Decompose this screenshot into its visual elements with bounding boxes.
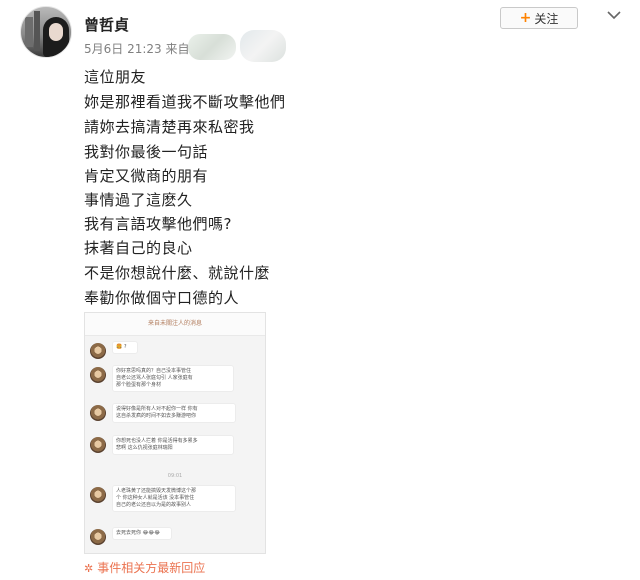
- post-timestamp: 5月6日 21:23 来自: [84, 42, 190, 56]
- attached-image[interactable]: 来自未關注人的消息 🍔 ? 你好意思吗真的？自己没本事管住 自老公还骂人张庭勾引…: [84, 312, 266, 554]
- chat-time: 09:01: [167, 473, 183, 479]
- chat-avatar: [90, 437, 106, 453]
- chat-avatar: [90, 343, 106, 359]
- post-line: 抹著自己的良心: [84, 239, 193, 257]
- post-line: 妳是那裡看道我不斷攻擊他們: [84, 93, 286, 111]
- post-line: 肯定又微商的朋有: [84, 167, 209, 185]
- chat-title: 来自未關注人的消息: [85, 313, 265, 336]
- follow-label: 关注: [534, 11, 559, 26]
- chevron-down-icon[interactable]: [606, 8, 622, 22]
- post-line: 奉勸你做個守口德的人: [84, 289, 240, 307]
- event-update-label: 事件相关方最新回应: [97, 561, 206, 575]
- plus-icon: +: [519, 10, 532, 26]
- post-line: 請妳去搞清楚再來私密我: [84, 118, 255, 136]
- avatar[interactable]: [20, 6, 72, 58]
- chat-avatar: [90, 487, 106, 503]
- post-line: 事情過了這麽久: [84, 191, 193, 209]
- chat-avatar: [90, 529, 106, 545]
- chat-bubble: 人老珠黄了还能搞毁天发微博这个那 个 你这种女人就是活该 没本事管住 自己的老公…: [112, 485, 236, 512]
- event-update-link[interactable]: ✲ 事件相关方最新回应: [84, 559, 205, 576]
- follow-button[interactable]: + 关注: [500, 7, 578, 29]
- chat-message: 你好意思吗真的？自己没本事管住 自老公还骂人张庭勾引 人家张庭有 那个脸蛋有那个…: [85, 365, 265, 395]
- chat-bubble: 你想死也没人拦着 你是活得有多累多 悲啊 这么仇视张庭林瑞阳: [112, 435, 234, 455]
- post-line: 我有言語攻擊他們嗎?: [84, 215, 232, 233]
- chat-bubble: 你好意思吗真的？自己没本事管住 自老公还骂人张庭勾引 人家张庭有 那个脸蛋有那个…: [112, 365, 234, 392]
- chat-message: 说得好像是所有人对不起你一样 你有 这自杀发疯的时间不如去多赚游吧你: [85, 403, 265, 433]
- chat-avatar: [90, 367, 106, 383]
- blurred-source: [188, 34, 236, 60]
- sparkle-icon: ✲: [84, 562, 94, 575]
- chat-message: 人老珠黄了还能搞毁天发微博这个那 个 你这种女人就是活该 没本事管住 自己的老公…: [85, 485, 265, 515]
- post-line: 我對你最後一句話: [84, 143, 209, 161]
- post-line: 不是你想說什麼、就說什麼: [84, 264, 271, 282]
- chat-bubble: 去死去死你 😂😂😂: [112, 527, 172, 540]
- chat-message: 你想死也没人拦着 你是活得有多累多 悲啊 这么仇视张庭林瑞阳: [85, 435, 265, 465]
- chat-avatar: [90, 405, 106, 421]
- chat-bubble: 🍔 ?: [112, 341, 138, 354]
- username[interactable]: 曾哲貞: [84, 14, 129, 35]
- blurred-source-2: [240, 30, 286, 62]
- chat-message: 去死去死你 😂😂😂: [85, 527, 265, 553]
- post-line: 這位朋友: [84, 68, 147, 86]
- chat-bubble: 说得好像是所有人对不起你一样 你有 这自杀发疯的时间不如去多赚游吧你: [112, 403, 236, 423]
